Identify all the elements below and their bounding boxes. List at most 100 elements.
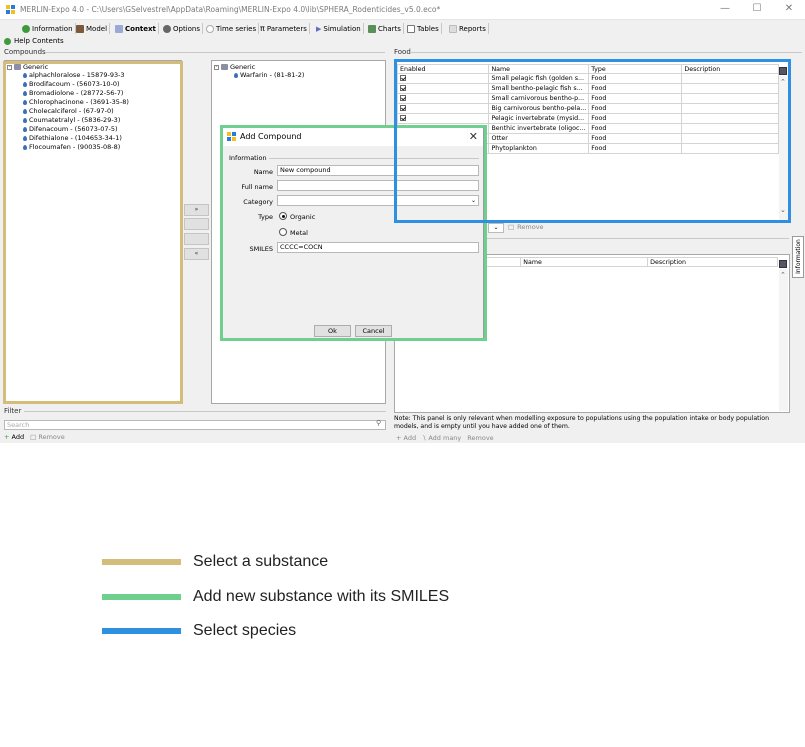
minimize-button[interactable]: — (718, 3, 732, 14)
app-window: MERLIN-Expo 4.0 - C:\Users\GSelvestrel\A… (0, 0, 805, 443)
column-chooser-icon[interactable] (779, 260, 787, 268)
compound-item[interactable]: Flocoumafen - (90035-08-8) (23, 143, 120, 151)
cancel-button[interactable]: Cancel (355, 325, 392, 337)
filter-actions: + Add □ Remove (4, 433, 65, 441)
table-row[interactable]: Small carnivorous bentho-p... Food (396, 93, 779, 104)
table-row[interactable]: Small pelagic fish (golden s... Food (396, 73, 779, 84)
ok-button[interactable]: Ok (314, 325, 351, 337)
scroll-up-icon[interactable]: ⌃ (780, 271, 786, 279)
enabled-checkbox[interactable] (400, 104, 406, 111)
food-scrollbar[interactable]: ⌃ ⌄ (779, 76, 788, 220)
plus-icon: + (4, 433, 10, 441)
food-remove-button[interactable]: □ Remove (508, 223, 544, 231)
column-header[interactable]: Description (681, 64, 779, 74)
add-all-button[interactable]: » (184, 204, 209, 216)
filter-search-input[interactable]: Search (4, 420, 386, 430)
compound-icon (23, 126, 27, 132)
tab-context[interactable]: Context (113, 23, 159, 34)
enabled-checkbox[interactable] (400, 94, 406, 101)
close-icon[interactable]: ✕ (469, 130, 478, 143)
compound-icon (23, 81, 27, 87)
clock-icon (206, 24, 214, 33)
populations-scrollbar[interactable]: ⌃ (779, 269, 788, 411)
food-table-header: Enabled Name Type Description (396, 64, 779, 74)
table-row[interactable]: Pelagic invertebrate (mysid... Food (396, 113, 779, 124)
compound-item[interactable]: Cholecalciferol - (67-97-0) (23, 107, 114, 115)
column-header[interactable]: Type (588, 64, 683, 74)
category-dropdown[interactable]: ⌄ (277, 195, 479, 206)
compound-item[interactable]: alphachloralose - 15879-93-3 (23, 71, 125, 79)
type-metal-radio[interactable] (279, 228, 287, 236)
legend-label: Select a substance (193, 553, 329, 570)
column-header[interactable]: Description (647, 257, 778, 267)
smiles-field[interactable]: CCCC=COCN (277, 242, 479, 253)
chart-icon (368, 24, 376, 33)
filter-add-button[interactable]: + Add (4, 433, 24, 441)
legend-swatch (102, 628, 181, 634)
populations-note: Note: This panel is only relevant when m… (394, 415, 769, 430)
help-contents-link[interactable]: Help Contents (4, 36, 64, 46)
compound-item[interactable]: Bromadiolone - (28772-56-7) (23, 89, 123, 97)
population-add-button[interactable]: + Add (396, 434, 416, 442)
legend-label: Select species (193, 622, 297, 639)
column-header[interactable]: Name (488, 64, 590, 74)
chevron-down-icon: ⌄ (470, 197, 476, 204)
tab-parameters[interactable]: π Parameters (258, 23, 310, 34)
merlin-logo-icon (227, 132, 236, 141)
tab-time-series[interactable]: Time series (204, 23, 260, 34)
compound-icon (23, 72, 27, 78)
enabled-checkbox[interactable] (400, 84, 406, 91)
compound-icon (23, 108, 27, 114)
merlin-logo-icon (6, 5, 15, 14)
remove-all-button[interactable]: « (184, 248, 209, 260)
compound-item[interactable]: Chlorophacinone - (3691-35-8) (23, 98, 129, 106)
type-organic-radio[interactable] (279, 212, 287, 220)
filter-label: Filter (4, 407, 22, 415)
dialog-title: Add Compound (240, 132, 302, 141)
compound-item[interactable]: Difenacoum - (56073-07-5) (23, 125, 118, 133)
compound-item[interactable]: Coumatetralyl - (5836-29-3) (23, 116, 120, 124)
table-row[interactable]: Small bentho-pelagic fish s... Food (396, 83, 779, 94)
enabled-checkbox[interactable] (400, 74, 406, 81)
column-chooser-icon[interactable] (779, 67, 787, 75)
compound-item[interactable]: Brodifacoum - (56073-10-0) (23, 80, 120, 88)
filter-remove-button[interactable]: □ Remove (30, 433, 65, 441)
organic-option-label: Organic (290, 213, 316, 221)
tab-tables[interactable]: Tables (405, 23, 442, 34)
tab-simulation[interactable]: ▶ Simulation (314, 23, 364, 34)
name-field[interactable]: New compound (277, 165, 479, 176)
tab-options[interactable]: Options (161, 23, 204, 34)
maximize-button[interactable]: ☐ (750, 3, 764, 14)
collapse-icon[interactable]: - (214, 64, 219, 70)
tree-root-generic[interactable]: - Generic (214, 63, 255, 71)
type-label: Type (258, 213, 273, 221)
tab-model[interactable]: Model (74, 23, 111, 34)
table-row[interactable]: Big carnivorous bentho-pela... Food (396, 103, 779, 114)
remove-selected-button[interactable] (184, 233, 209, 245)
population-add-many-button[interactable]: ∖ Add many (422, 434, 461, 442)
close-window-button[interactable]: ✕ (782, 3, 796, 14)
tree-root-generic[interactable]: - Generic (7, 63, 48, 71)
tab-information[interactable]: Information (20, 23, 76, 34)
fullname-field[interactable] (277, 180, 479, 191)
population-remove-button[interactable]: Remove (467, 434, 493, 442)
options-icon (163, 24, 171, 33)
food-section-label: Food (394, 48, 411, 56)
add-selected-button[interactable] (184, 218, 209, 230)
compound-item[interactable]: Difethialone - (104653-34-1) (23, 134, 122, 142)
column-header[interactable]: Name (520, 257, 649, 267)
tab-reports[interactable]: Reports (447, 23, 489, 34)
context-icon (115, 24, 123, 33)
food-type-dropdown[interactable]: ⌄ (488, 223, 504, 233)
report-icon (449, 24, 457, 33)
folder-icon (221, 64, 228, 70)
enabled-checkbox[interactable] (400, 114, 406, 121)
column-header[interactable]: Enabled (396, 64, 490, 74)
scroll-down-icon[interactable]: ⌄ (780, 206, 786, 214)
selected-compound-item[interactable]: Warfarin - (81-81-2) (234, 71, 304, 79)
information-side-tab[interactable]: Information (792, 236, 804, 278)
scroll-up-icon[interactable]: ⌃ (780, 78, 786, 86)
compound-icon (23, 117, 27, 123)
collapse-icon[interactable]: - (7, 64, 12, 70)
tab-charts[interactable]: Charts (366, 23, 404, 34)
